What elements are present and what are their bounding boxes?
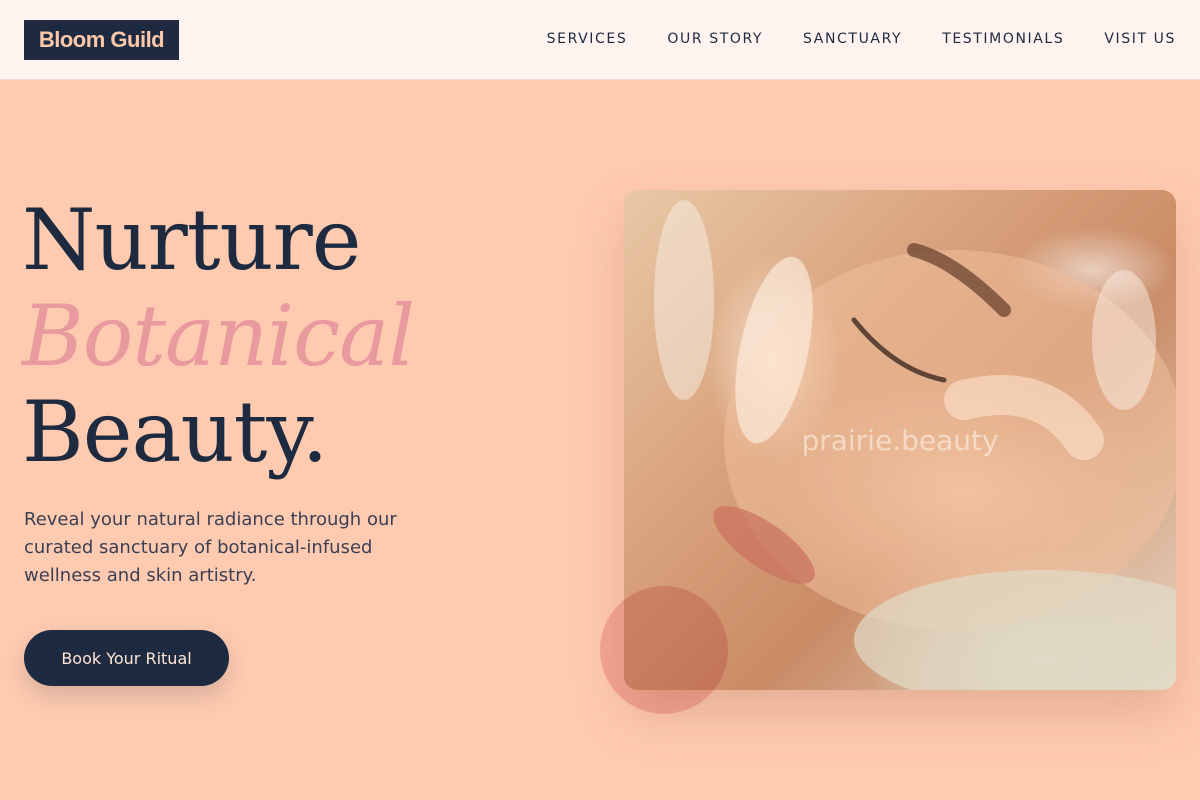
book-ritual-button[interactable]: Book Your Ritual [24, 630, 229, 686]
nav-link-sanctuary[interactable]: SANCTUARY [803, 31, 902, 47]
site-header: Bloom Guild SERVICES OUR STORY SANCTUARY… [0, 0, 1200, 80]
nav-link-our-story[interactable]: OUR STORY [667, 31, 763, 47]
brand-logo[interactable]: Bloom Guild [24, 20, 179, 60]
nav-link-visit-us[interactable]: VISIT US [1104, 31, 1176, 47]
hero-title-line-2: Botanical [22, 287, 415, 385]
main-nav: SERVICES OUR STORY SANCTUARY TESTIMONIAL… [547, 0, 1176, 78]
hero-title: Nurture Botanical Beauty. [22, 191, 415, 481]
hero-title-line-3: Beauty. [22, 383, 328, 481]
decorative-circle [600, 586, 728, 714]
nav-link-services[interactable]: SERVICES [547, 31, 628, 47]
nav-link-testimonials[interactable]: TESTIMONIALS [942, 31, 1064, 47]
hero-title-line-1: Nurture [22, 191, 361, 289]
hero-subtitle: Reveal your natural radiance through our… [24, 509, 397, 586]
